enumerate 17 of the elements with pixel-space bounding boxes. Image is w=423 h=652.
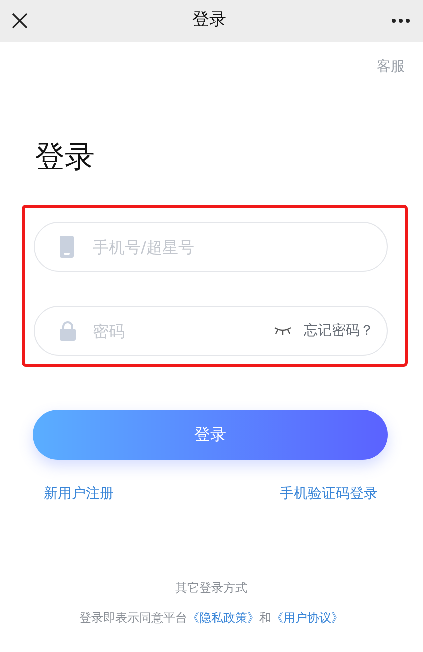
lock-icon <box>60 321 76 341</box>
user-agreement-link[interactable]: 《用户协议》 <box>272 611 344 625</box>
privacy-policy-link[interactable]: 《隐私政策》 <box>188 611 260 625</box>
login-button[interactable]: 登录 <box>33 410 388 460</box>
sms-login-link[interactable]: 手机验证码登录 <box>280 484 378 505</box>
phone-field[interactable]: 手机号/超星号 <box>34 222 388 272</box>
forgot-password-link[interactable]: 忘记密码？ <box>304 320 374 342</box>
other-login-methods[interactable]: 其它登录方式 <box>176 581 248 595</box>
closed-eye-icon[interactable] <box>274 326 292 336</box>
agreement-text: 登录即表示同意平台《隐私政策》和《用户协议》 <box>80 610 344 627</box>
register-link[interactable]: 新用户注册 <box>44 484 114 505</box>
window-title: 登录 <box>192 9 226 32</box>
close-icon[interactable] <box>12 13 28 29</box>
phone-icon <box>60 236 74 258</box>
more-icon[interactable] <box>391 18 411 24</box>
service-link[interactable]: 客服 <box>377 57 405 78</box>
page-heading: 登录 <box>35 140 96 176</box>
